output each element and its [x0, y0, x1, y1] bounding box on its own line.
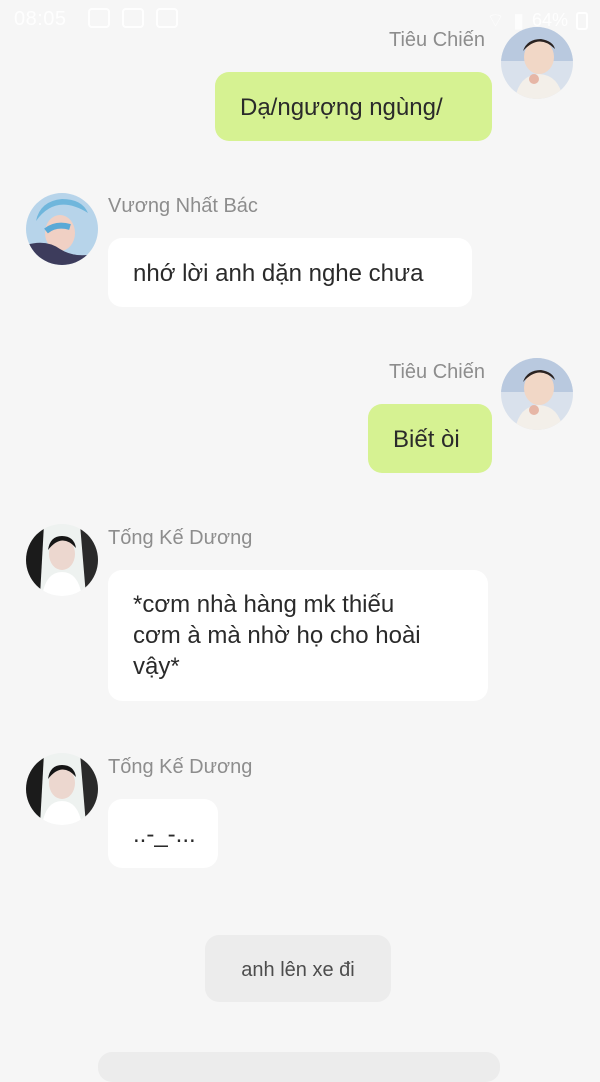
app-icon	[156, 8, 178, 28]
status-bar: 08:05 ⌔ ▮ 64%	[0, 0, 600, 40]
message-text: nhớ lời anh dặn nghe chưa	[133, 260, 424, 287]
avatar-tieu-chien[interactable]	[501, 27, 573, 99]
avatar-photo-icon	[26, 753, 98, 825]
sender-name: Tống Kế Dương	[108, 756, 253, 778]
avatar-tong-ke-duong[interactable]	[26, 524, 98, 596]
gallery-icon	[88, 8, 110, 28]
system-note-text: anh lên xe đi	[241, 959, 355, 981]
avatar-photo-icon	[26, 193, 98, 265]
status-time: 08:05	[14, 8, 67, 30]
message-bubble[interactable]: ..-_-...	[108, 799, 218, 868]
sender-name: Tiêu Chiến	[389, 361, 485, 383]
message-bubble[interactable]: *cơm nhà hàng mk thiếu cơm à mà nhờ họ c…	[108, 570, 488, 701]
next-system-note	[98, 1052, 500, 1082]
message-bubble[interactable]: Dạ/ngượng ngùng/	[215, 72, 492, 141]
message-bubble[interactable]: Biết òi	[368, 404, 492, 473]
battery-icon	[576, 11, 588, 30]
avatar-tong-ke-duong[interactable]	[26, 753, 98, 825]
message-text-line: cơm à mà nhờ họ cho hoài	[133, 622, 421, 649]
sender-name: Tống Kế Dương	[108, 527, 253, 549]
wifi-icon: ⌔	[486, 10, 505, 32]
avatar-photo-icon	[501, 27, 573, 99]
status-notification-icons	[88, 8, 178, 28]
avatar-vuong-nhat-bac[interactable]	[26, 193, 98, 265]
avatar-tieu-chien[interactable]	[501, 358, 573, 430]
message-text: Dạ/ngượng ngùng/	[240, 94, 443, 121]
message-text-line: *cơm nhà hàng mk thiếu	[133, 591, 395, 618]
message-text: Biết òi	[393, 426, 460, 453]
message-bubble[interactable]: nhớ lời anh dặn nghe chưa	[108, 238, 472, 307]
avatar-photo-icon	[26, 524, 98, 596]
message-text-line: vậy*	[133, 653, 180, 680]
system-note: anh lên xe đi	[205, 935, 391, 1002]
avatar-photo-icon	[501, 358, 573, 430]
message-text: ..-_-...	[133, 821, 196, 848]
camera-icon	[122, 8, 144, 28]
sender-name: Tiêu Chiến	[389, 29, 485, 51]
sender-name: Vương Nhất Bác	[108, 195, 258, 217]
